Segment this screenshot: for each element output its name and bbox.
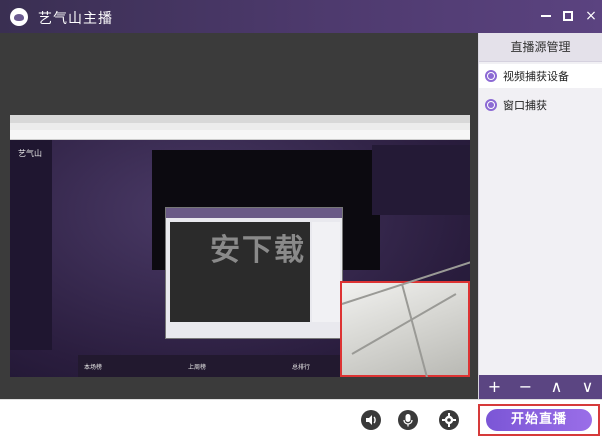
ceiling-line [401, 283, 432, 377]
captured-site-right-panel [372, 145, 470, 215]
app-title: 艺气山主播 [38, 11, 113, 27]
captured-label: 上周榜 [188, 364, 207, 371]
gear-icon[interactable] [438, 409, 460, 431]
captured-browser-tabs [10, 123, 470, 130]
move-down-button[interactable]: ∨ [576, 375, 600, 399]
source-manager-title: 直播源管理 [479, 33, 602, 62]
app-logo-icon [10, 8, 28, 26]
start-live-button[interactable]: 开始直播 [486, 409, 592, 431]
microphone-icon[interactable] [397, 409, 419, 431]
preview-stage: 艺气山 本场榜 上周榜 总排行 安下载 [0, 33, 478, 399]
minimize-icon [541, 15, 551, 17]
remove-source-button[interactable]: − [514, 375, 538, 399]
close-button[interactable]: × [582, 6, 600, 26]
source-item-label: 窗口捕获 [503, 99, 547, 112]
ceiling-line [351, 293, 457, 355]
maximize-icon [563, 11, 573, 21]
speaker-icon[interactable] [360, 409, 382, 431]
captured-browser-address-bar [10, 130, 470, 140]
maximize-button[interactable] [559, 6, 577, 26]
move-up-button[interactable]: ∧ [545, 375, 569, 399]
captured-label: 本场榜 [84, 364, 103, 371]
bottom-toolbar: 开始直播 [0, 399, 602, 437]
radio-selected-icon [485, 99, 497, 111]
source-item-label: 视频捕获设备 [503, 70, 569, 83]
watermark: 安下载 [210, 233, 306, 268]
source-manager-toolbar: + − ∧ ∨ [479, 375, 602, 399]
captured-label: 总排行 [292, 364, 311, 371]
captured-site-name: 艺气山 [18, 149, 42, 158]
source-item-window-capture[interactable]: 窗口捕获 [479, 93, 602, 117]
start-button-highlight: 开始直播 [478, 404, 600, 436]
captured-site-left-nav: 艺气山 [10, 140, 52, 350]
camera-capture-overlay[interactable] [340, 259, 470, 377]
minimize-button[interactable] [537, 6, 555, 26]
add-source-button[interactable]: + [483, 375, 507, 399]
radio-selected-icon [485, 70, 497, 82]
live-preview[interactable]: 艺气山 本场榜 上周榜 总排行 安下载 [10, 115, 470, 377]
source-manager-panel: 直播源管理 视频捕获设备 窗口捕获 + − ∧ ∨ [478, 33, 602, 399]
captured-inner-titlebar [166, 208, 342, 218]
title-bar: 艺气山主播 × [0, 0, 602, 33]
captured-browser-titlebar [10, 115, 470, 123]
source-item-video-capture[interactable]: 视频捕获设备 [479, 64, 602, 88]
